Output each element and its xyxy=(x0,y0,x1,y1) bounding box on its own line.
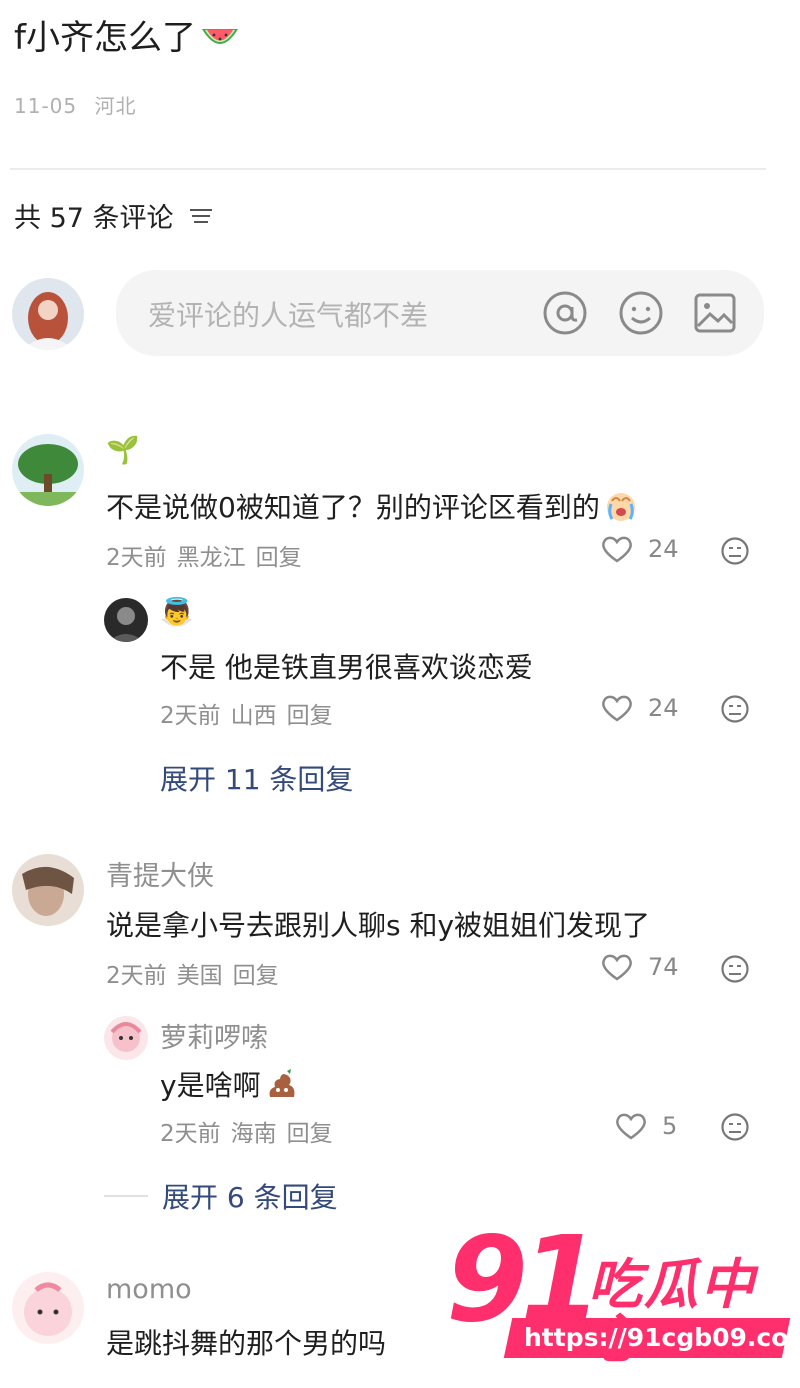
image-icon[interactable] xyxy=(692,290,738,336)
reply-author[interactable]: 萝莉啰嗦 xyxy=(160,1016,268,1055)
reply-button[interactable]: 回复 xyxy=(287,1114,333,1148)
angry-poop-emoji xyxy=(269,1069,295,1097)
reply-location: 山西 xyxy=(230,703,277,729)
comment-text: 说是拿小号去跟别人聊s 和y被姐姐们发现了 xyxy=(106,909,651,942)
dislike-face-icon[interactable] xyxy=(720,536,750,566)
post-date: 11-05 xyxy=(14,94,78,118)
expand-replies-button[interactable]: 展开 11 条回复 xyxy=(160,758,353,798)
reply-text: 不是 他是铁直男很喜欢谈恋爱 xyxy=(160,651,533,684)
post-title: f小齐怎么了 xyxy=(14,10,240,59)
comment-avatar[interactable] xyxy=(12,1272,84,1344)
watermark-url: https://91cgb09.com xyxy=(524,1323,800,1352)
like-button[interactable]: 5 xyxy=(614,1111,677,1141)
divider xyxy=(10,168,766,170)
comment-text: 是跳抖舞的那个男的吗 xyxy=(106,1327,387,1360)
reply-avatar[interactable] xyxy=(104,598,148,642)
comment-avatar[interactable] xyxy=(12,434,84,506)
reply-time: 2天前 xyxy=(160,1121,221,1147)
comment-author[interactable]: 青提大侠 xyxy=(106,854,214,893)
reply-meta: 2天前 山西 回复 xyxy=(160,696,333,730)
like-count: 74 xyxy=(648,953,679,981)
current-user-avatar[interactable] xyxy=(12,278,84,350)
dislike-face-icon[interactable] xyxy=(720,694,750,724)
expand-divider xyxy=(104,1195,148,1197)
comment-author[interactable]: momo xyxy=(106,1274,192,1305)
reply-avatar[interactable] xyxy=(104,1016,148,1060)
post-location: 河北 xyxy=(94,94,137,118)
reply-text-content: y是啥啊 xyxy=(160,1069,261,1102)
emoji-face-icon[interactable] xyxy=(618,290,664,336)
at-icon[interactable] xyxy=(542,290,588,336)
reply-button[interactable]: 回复 xyxy=(256,538,302,572)
post-title-text: f小齐怎么了 xyxy=(14,18,196,58)
expand-replies-button[interactable]: 展开 6 条回复 xyxy=(104,1176,338,1216)
comment-text-content: 不是说做0被知道了？别的评论区看到的 xyxy=(106,491,600,524)
heart-icon xyxy=(602,536,632,563)
comment-location: 黑龙江 xyxy=(176,545,246,571)
like-count: 24 xyxy=(648,535,679,563)
heart-icon xyxy=(602,695,632,722)
like-count: 24 xyxy=(648,694,679,722)
watermelon-emoji xyxy=(201,28,238,44)
comment-time: 2天前 xyxy=(106,963,167,989)
comment-text: 不是说做0被知道了？别的评论区看到的 xyxy=(106,486,638,526)
expand-replies-label: 展开 11 条回复 xyxy=(160,763,354,796)
comment-meta: 2天前 黑龙江 回复 xyxy=(106,538,302,572)
dislike-face-icon[interactable] xyxy=(720,1112,750,1142)
reply-text: y是啥啊 xyxy=(160,1064,299,1104)
expand-replies-label: 展开 6 条回复 xyxy=(162,1181,338,1214)
comment-meta: 2天前 美国 回复 xyxy=(106,956,279,990)
reply-meta: 2天前 海南 回复 xyxy=(160,1114,333,1148)
comment-time: 2天前 xyxy=(106,545,167,571)
comment-count-label: 共 57 条评论 xyxy=(14,203,174,234)
crying-emoji xyxy=(606,493,635,521)
reply-location: 海南 xyxy=(230,1121,277,1147)
comment-count: 共 57 条评论 xyxy=(14,196,214,235)
reply-button[interactable]: 回复 xyxy=(287,696,333,730)
like-button[interactable]: 24 xyxy=(600,534,679,564)
reply-button[interactable]: 回复 xyxy=(233,956,279,990)
like-button[interactable]: 24 xyxy=(600,693,679,723)
sort-icon[interactable] xyxy=(188,206,214,226)
comment-input-placeholder: 爱评论的人运气都不差 xyxy=(148,299,429,332)
post-meta: 11-05 河北 xyxy=(14,90,136,119)
dislike-face-icon[interactable] xyxy=(720,954,750,984)
comment-avatar[interactable] xyxy=(12,854,84,926)
reply-time: 2天前 xyxy=(160,703,221,729)
like-count: 5 xyxy=(662,1112,678,1140)
comment-author[interactable]: 🌱 xyxy=(106,434,140,466)
comment-location: 美国 xyxy=(176,963,223,989)
heart-icon xyxy=(602,954,632,981)
heart-icon xyxy=(616,1113,646,1140)
like-button[interactable]: 74 xyxy=(600,952,679,982)
reply-author[interactable]: 👼 xyxy=(160,596,194,628)
